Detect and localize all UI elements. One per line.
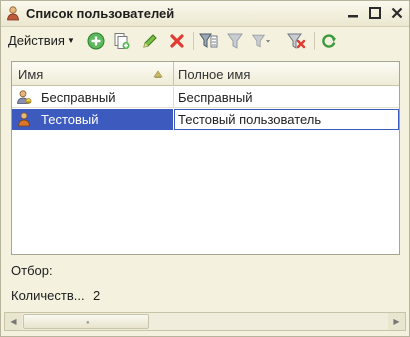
pencil-icon bbox=[143, 34, 157, 48]
filter-history-icon bbox=[251, 34, 271, 48]
minimize-icon bbox=[348, 15, 358, 18]
close-button[interactable] bbox=[389, 5, 405, 21]
actions-menu[interactable]: Действия ▼ bbox=[8, 33, 75, 48]
sort-ascending-icon[interactable] bbox=[153, 70, 163, 78]
column-divider[interactable] bbox=[173, 62, 174, 86]
grip-icon: ● bbox=[86, 320, 90, 326]
filter-history-button[interactable] bbox=[251, 31, 271, 51]
cell-full-name: Тестовый пользователь bbox=[178, 112, 322, 127]
column-header-name[interactable]: Имя bbox=[18, 67, 43, 82]
delete-button[interactable] bbox=[167, 31, 187, 51]
filter-value-icon bbox=[199, 33, 218, 48]
count-value: 2 bbox=[93, 288, 101, 303]
close-icon bbox=[391, 7, 403, 19]
actions-label: Действия bbox=[8, 33, 65, 48]
refresh-button[interactable] bbox=[319, 31, 339, 51]
filter-label: Отбор: bbox=[11, 263, 53, 278]
edit-button[interactable] bbox=[140, 31, 160, 51]
arrow-left-icon: ◀ bbox=[10, 317, 17, 326]
horizontal-scrollbar[interactable]: ◀ ● ▶ bbox=[4, 312, 406, 331]
filter-icon bbox=[227, 33, 243, 49]
cell-divider bbox=[173, 87, 174, 108]
scroll-left-button[interactable]: ◀ bbox=[5, 313, 22, 330]
column-header-full-name[interactable]: Полное имя bbox=[178, 67, 250, 82]
scrollbar-thumb[interactable]: ● bbox=[23, 314, 149, 329]
maximize-button[interactable] bbox=[367, 5, 383, 21]
cell-name: Бесправный bbox=[41, 90, 116, 105]
table-row[interactable]: Бесправный Бесправный bbox=[12, 87, 399, 108]
table-row-selected[interactable]: Тестовый Тестовый пользователь bbox=[12, 109, 399, 130]
toolbar-separator bbox=[193, 32, 194, 50]
caret-down-icon: ▼ bbox=[66, 36, 75, 45]
clear-filter-button[interactable] bbox=[286, 31, 306, 51]
users-table[interactable]: Имя Полное имя Бесправный Бесправный Тес… bbox=[11, 61, 400, 255]
refresh-icon bbox=[322, 34, 336, 48]
copy-icon bbox=[114, 33, 130, 50]
clear-filter-icon bbox=[287, 33, 306, 49]
scroll-right-button[interactable]: ▶ bbox=[388, 313, 405, 330]
toolbar: Действия ▼ bbox=[1, 28, 409, 54]
count-label: Количеств... bbox=[11, 288, 85, 303]
filter-by-value-button[interactable] bbox=[198, 31, 218, 51]
user-icon bbox=[18, 112, 30, 127]
users-list-window: Список пользователей Действия ▼ Имя Полн… bbox=[0, 0, 410, 337]
add-button[interactable] bbox=[86, 31, 106, 51]
maximize-icon bbox=[369, 7, 381, 19]
cell-full-name: Бесправный bbox=[178, 90, 253, 105]
table-header: Имя Полное имя bbox=[12, 62, 399, 86]
arrow-right-icon: ▶ bbox=[393, 317, 400, 326]
user-icon bbox=[7, 6, 19, 21]
filter-button[interactable] bbox=[225, 31, 245, 51]
user-restricted-icon bbox=[17, 90, 32, 104]
toolbar-separator bbox=[314, 32, 315, 50]
window-title: Список пользователей bbox=[26, 6, 175, 21]
cell-name: Тестовый bbox=[41, 112, 99, 127]
add-icon bbox=[87, 32, 105, 50]
delete-icon bbox=[170, 34, 184, 48]
minimize-button[interactable] bbox=[345, 5, 361, 21]
copy-button[interactable] bbox=[112, 31, 132, 51]
title-bar: Список пользователей bbox=[1, 1, 409, 27]
